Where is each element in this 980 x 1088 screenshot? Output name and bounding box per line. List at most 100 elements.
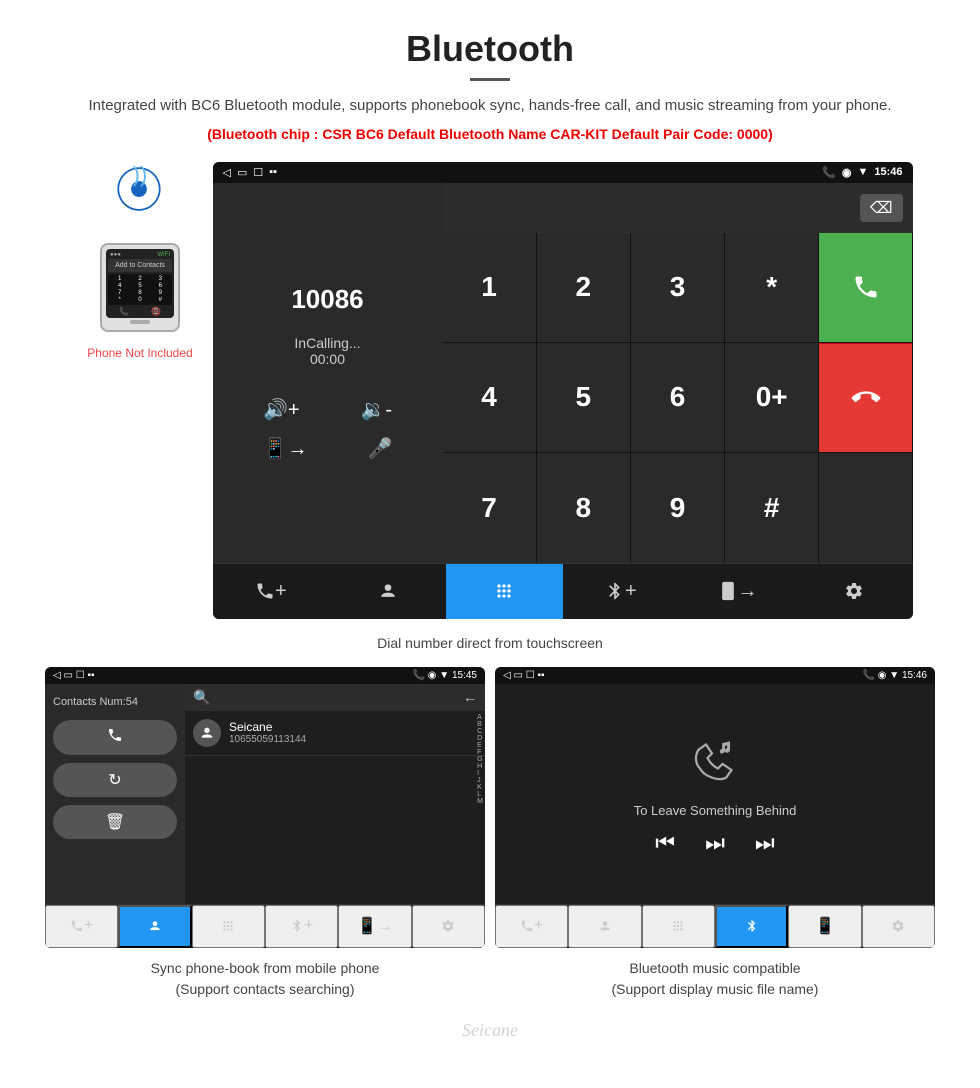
keypad-grid: 1 2 3 * 4 5 6 0+ — [443, 233, 913, 563]
pb-right-panel: 🔍 ← Seicane 10655059113144 — [185, 684, 485, 904]
vol-down-icon[interactable]: 🔉- — [360, 397, 392, 422]
call-button[interactable] — [819, 233, 912, 342]
vol-up-icon[interactable]: 🔊+ — [263, 397, 300, 422]
key-hash[interactable]: # — [725, 453, 818, 562]
dialed-number: 10086 — [291, 284, 363, 315]
pb-delete-btn[interactable]: 🗑 — [53, 805, 177, 839]
notification-icons: ▪▪ — [269, 166, 277, 178]
key-8[interactable]: 8 — [537, 453, 630, 562]
key-star[interactable]: * — [725, 233, 818, 342]
key-9[interactable]: 9 — [631, 453, 724, 562]
music-tb-transfer[interactable]: 📱 — [788, 905, 861, 948]
pb-contact-info: Seicane 10655059113144 — [229, 720, 477, 745]
pb-tb-contacts[interactable] — [118, 905, 191, 948]
main-caption: Dial number direct from touchscreen — [0, 625, 980, 667]
phone-not-included-label: Phone Not Included — [87, 346, 192, 360]
phonebook-screen: ◁ ▭ ☐ ▪▪ 📞 ◉ ▼ 15:45 Contacts Num:54 ↻ 🗑… — [45, 667, 485, 948]
key-5[interactable]: 5 — [537, 343, 630, 452]
status-left-icons: ◁ ▭ ☐ ▪▪ — [223, 166, 278, 179]
contact-name: Seicane — [229, 720, 477, 734]
phone-mockup: ●●●WIFI Add to Contacts 123 456 789 *0# … — [100, 243, 180, 332]
prev-track-btn[interactable]: ⏮ — [655, 830, 675, 856]
bottom-screens: ◁ ▭ ☐ ▪▪ 📞 ◉ ▼ 15:45 Contacts Num:54 ↻ 🗑… — [0, 667, 980, 948]
music-screen: ◁ ▭ ☐ ▪▪ 📞 ◉ ▼ 15:46 ♫ To Leave Somethin… — [495, 667, 935, 948]
phonebook-content: Contacts Num:54 ↻ 🗑 🔍 ← — [45, 684, 485, 904]
end-call-button[interactable] — [819, 343, 912, 452]
key-0plus[interactable]: 0+ — [725, 343, 818, 452]
music-tb-bt[interactable] — [715, 905, 788, 948]
play-pause-btn[interactable]: ⏭ — [705, 830, 725, 856]
call-status: InCalling... 00:00 — [294, 335, 360, 367]
key-1[interactable]: 1 — [443, 233, 536, 342]
toolbar-contacts-btn[interactable] — [329, 564, 446, 619]
svg-text:♫: ♫ — [719, 738, 731, 756]
pb-left-panel: Contacts Num:54 ↻ 🗑 — [45, 684, 185, 904]
bottom-captions: Sync phone-book from mobile phone (Suppo… — [0, 948, 980, 1016]
key-6[interactable]: 6 — [631, 343, 724, 452]
transfer-icon[interactable]: 📱→ — [263, 436, 308, 461]
bluetooth-icon: ⦿ )) — [110, 162, 170, 227]
watermark: Seicane — [0, 1016, 980, 1051]
dial-volume-controls: 🔊+ 🔉- 📱→ 🎤 — [233, 397, 423, 461]
pb-search-bar: 🔍 ← — [185, 684, 485, 711]
contact-number: 10655059113144 — [229, 734, 477, 745]
music-caption: Bluetooth music compatible (Support disp… — [495, 958, 935, 1000]
phone-image-area: ⦿ )) ●●●WIFI Add to Contacts 123 456 789… — [68, 152, 213, 360]
pb-search-input[interactable] — [216, 690, 457, 705]
key-2[interactable]: 2 — [537, 233, 630, 342]
clock: 15:46 — [874, 166, 902, 178]
page-title: Bluetooth — [20, 28, 960, 70]
toolbar-keypad-btn[interactable] — [446, 564, 563, 619]
pb-call-btn[interactable] — [53, 720, 177, 755]
pb-sync-btn[interactable]: ↻ — [53, 763, 177, 797]
toolbar-transfer-btn[interactable]: → — [679, 564, 796, 619]
call-status-icon: 📞 — [822, 166, 836, 179]
music-tb-settings[interactable] — [862, 905, 935, 948]
key-7[interactable]: 7 — [443, 453, 536, 562]
music-tb-keypad[interactable] — [642, 905, 715, 948]
music-song-title: To Leave Something Behind — [634, 803, 797, 818]
keypad-input[interactable] — [453, 199, 860, 217]
music-status-left: ◁ ▭ ☐ ▪▪ — [503, 670, 545, 681]
pb-tb-keypad[interactable] — [192, 905, 265, 948]
pb-tb-call[interactable]: + — [45, 905, 118, 948]
music-toolbar: + 📱 — [495, 904, 935, 948]
status-right-icons: 📞 ◉ ▼ 15:46 — [822, 166, 902, 179]
page-header: Bluetooth Integrated with BC6 Bluetooth … — [0, 0, 980, 152]
alpha-index: ABCDEFGHIJKLM — [477, 714, 483, 805]
music-status-bar: ◁ ▭ ☐ ▪▪ 📞 ◉ ▼ 15:46 — [495, 667, 935, 684]
pb-status-left: ◁ ▭ ☐ ▪▪ — [53, 670, 95, 681]
toolbar-bluetooth-btn[interactable]: + — [563, 564, 680, 619]
music-status-right: 📞 ◉ ▼ 15:46 — [863, 670, 927, 681]
pb-tb-bt[interactable]: + — [265, 905, 338, 948]
main-screen-container: ◁ ▭ ☐ ▪▪ 📞 ◉ ▼ 15:46 10086 In — [213, 152, 913, 625]
pb-contact-item[interactable]: Seicane 10655059113144 — [185, 711, 485, 756]
pb-tb-transfer[interactable]: 📱→ — [338, 905, 411, 948]
search-icon: 🔍 — [193, 689, 210, 706]
toolbar-call-btn[interactable]: + — [213, 564, 330, 619]
next-track-btn[interactable]: ⏭ — [755, 830, 775, 856]
mute-icon[interactable]: 🎤 — [368, 436, 393, 461]
toolbar-settings-btn[interactable] — [796, 564, 913, 619]
dial-keypad: ⌫ 1 2 3 * 4 5 — [443, 183, 913, 563]
pb-caption: Sync phone-book from mobile phone (Suppo… — [45, 958, 485, 1000]
header-description: Integrated with BC6 Bluetooth module, su… — [20, 95, 960, 118]
music-playback-controls: ⏮ ⏭ ⏭ — [655, 830, 774, 856]
pb-tb-settings[interactable] — [412, 905, 485, 948]
key-empty — [819, 453, 912, 562]
recents-icon: ☐ — [253, 166, 263, 179]
svg-text:)): )) — [133, 162, 148, 187]
key-4[interactable]: 4 — [443, 343, 536, 452]
backspace-button[interactable]: ⌫ — [860, 194, 903, 222]
key-3[interactable]: 3 — [631, 233, 724, 342]
title-divider — [470, 78, 510, 81]
wifi-icon: ▼ — [857, 166, 868, 178]
music-tb-contacts[interactable] — [568, 905, 641, 948]
bottom-toolbar-main: + + — [213, 563, 913, 619]
pb-contact-avatar — [193, 719, 221, 747]
music-tb-call[interactable]: + — [495, 905, 568, 948]
music-content: ♫ To Leave Something Behind ⏮ ⏭ ⏭ — [495, 684, 935, 904]
pb-status-right: 📞 ◉ ▼ 15:45 — [413, 670, 477, 681]
pb-toolbar: + + 📱→ — [45, 904, 485, 948]
pb-back-icon: ← — [463, 689, 477, 705]
